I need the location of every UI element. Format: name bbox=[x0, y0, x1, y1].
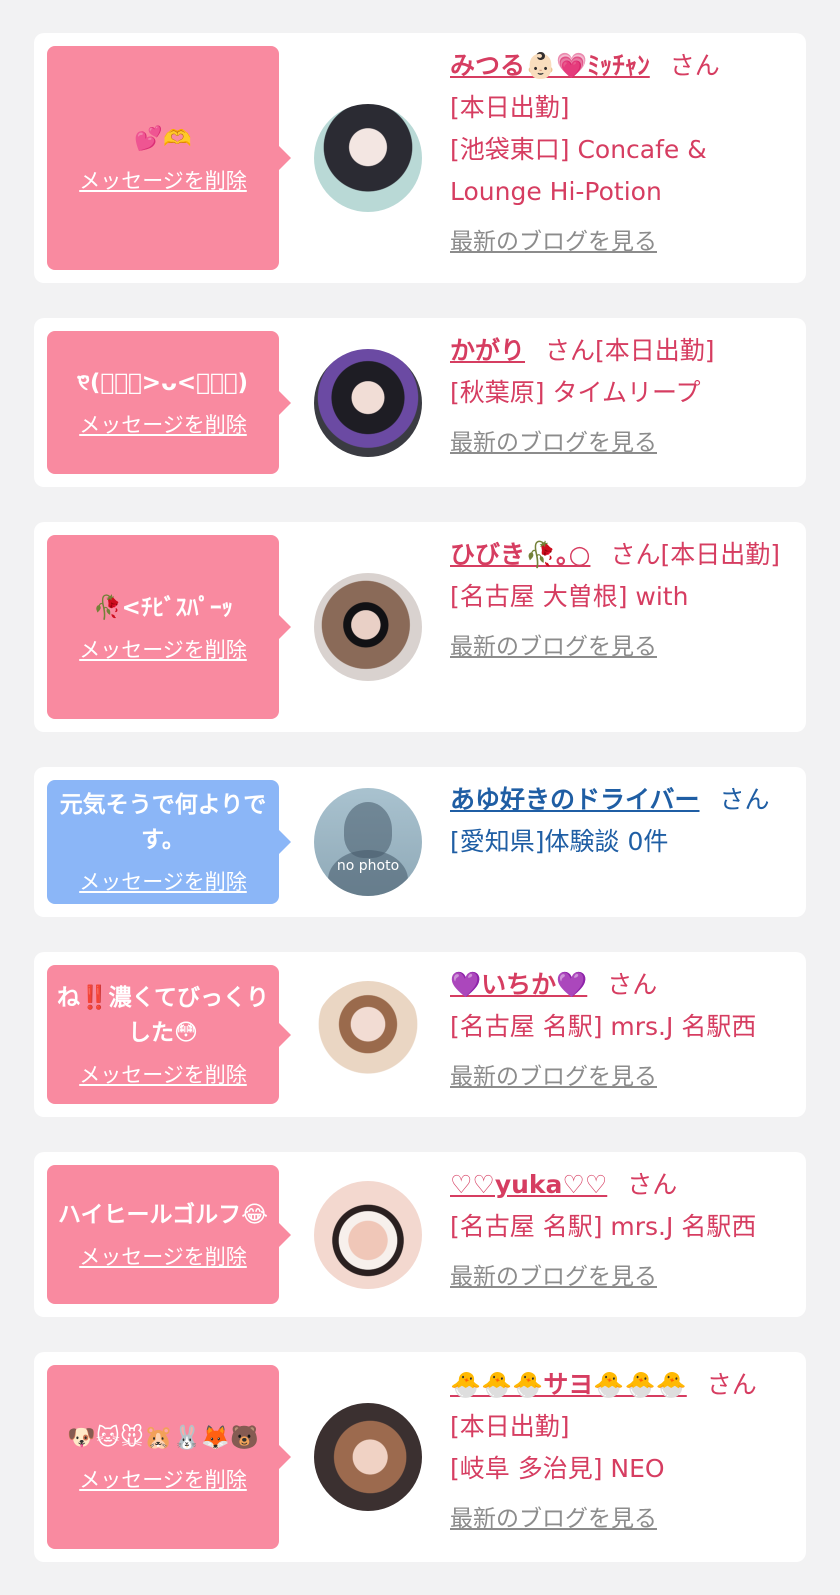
shop-text: [池袋東口] Concafe & Lounge Hi-Potion bbox=[450, 135, 707, 206]
delete-message-link[interactable]: メッセージを削除 bbox=[79, 1059, 247, 1089]
latest-blog-link[interactable]: 最新のブログを見る bbox=[450, 1056, 790, 1098]
delete-message-link[interactable]: メッセージを削除 bbox=[79, 409, 247, 439]
honorific: さん bbox=[706, 1370, 757, 1399]
avatar[interactable] bbox=[314, 104, 422, 212]
honorific: さん bbox=[669, 51, 720, 80]
honorific: さん bbox=[545, 336, 596, 365]
shop-text: [名古屋 名駅] mrs.J 名駅西 bbox=[450, 1012, 757, 1041]
shop-text: [名古屋 大曽根] with bbox=[450, 582, 689, 611]
message-text: ୧⃛(๑⃙⃘>ᴗ<๑⃙⃘) bbox=[77, 370, 249, 396]
user-info: ♡♡yuka♡♡ さん [名古屋 名駅] mrs.J 名駅西 最新のブログを見る bbox=[450, 1164, 790, 1298]
message-text: ね‼️濃くてびっくりした😳 bbox=[57, 984, 269, 1046]
avatar[interactable] bbox=[314, 980, 422, 1089]
latest-blog-link[interactable]: 最新のブログを見る bbox=[450, 221, 790, 263]
message-bubble: 元気そうで何よりです。 メッセージを削除 bbox=[47, 780, 291, 904]
shop-text: [名古屋 名駅] mrs.J 名駅西 bbox=[450, 1212, 757, 1241]
avatar[interactable] bbox=[314, 1403, 422, 1511]
user-name-link[interactable]: 🐣🐣🐣サヨ🐣🐣🐣 bbox=[450, 1370, 687, 1399]
message-text: 元気そうで何よりです。 bbox=[59, 792, 267, 853]
user-info: ひびき🥀｡○ さん[本日出勤] [名古屋 大曽根] with 最新のブログを見る bbox=[450, 534, 790, 668]
honorific: さん bbox=[627, 1170, 678, 1199]
delete-message-link[interactable]: メッセージを削除 bbox=[79, 634, 247, 664]
delete-message-link[interactable]: メッセージを削除 bbox=[79, 1241, 247, 1271]
message-card: ね‼️濃くてびっくりした😳 メッセージを削除 💜いちか💜 さん [名古屋 名駅] … bbox=[34, 952, 806, 1117]
message-text: 🐶🐱🐭🐹🐰🦊🐻 bbox=[67, 1424, 259, 1451]
message-card: 🥀<ﾁﾋﾞｽﾊﾟｰｯ メッセージを削除 ひびき🥀｡○ さん[本日出勤] [名古屋 … bbox=[34, 522, 806, 732]
honorific: さん bbox=[610, 540, 661, 569]
message-bubble: ね‼️濃くてびっくりした😳 メッセージを削除 bbox=[47, 965, 291, 1104]
user-info: みつる👶🏻💗ﾐｯﾁｬﾝ さん [本日出勤] [池袋東口] Concafe & Lo… bbox=[450, 45, 790, 263]
message-bubble: 🥀<ﾁﾋﾞｽﾊﾟｰｯ メッセージを削除 bbox=[47, 535, 291, 719]
avatar[interactable] bbox=[314, 348, 422, 457]
message-card: 🐶🐱🐭🐹🐰🦊🐻 メッセージを削除 🐣🐣🐣サヨ🐣🐣🐣 さん [本日出勤] [岐阜 多治… bbox=[34, 1352, 806, 1562]
status-text: [本日出勤] bbox=[450, 1412, 570, 1441]
user-info: あゆ好きのドライバー さん [愛知県]体験談 0件 bbox=[450, 779, 790, 863]
message-bubble: ୧⃛(๑⃙⃘>ᴗ<๑⃙⃘) メッセージを削除 bbox=[47, 331, 291, 474]
user-name-link[interactable]: あゆ好きのドライバー bbox=[450, 785, 700, 814]
message-bubble: 🐶🐱🐭🐹🐰🦊🐻 メッセージを削除 bbox=[47, 1365, 291, 1549]
message-text: 💕🫶 bbox=[134, 125, 192, 152]
latest-blog-link[interactable]: 最新のブログを見る bbox=[450, 1256, 790, 1298]
user-info: 💜いちか💜 さん [名古屋 名駅] mrs.J 名駅西 最新のブログを見る bbox=[450, 964, 790, 1098]
avatar[interactable] bbox=[314, 1180, 422, 1289]
message-card: ୧⃛(๑⃙⃘>ᴗ<๑⃙⃘) メッセージを削除 かがり さん[本日出勤] [秋葉原]… bbox=[34, 318, 806, 487]
latest-blog-link[interactable]: 最新のブログを見る bbox=[450, 1498, 790, 1540]
honorific: さん bbox=[719, 785, 770, 814]
honorific: さん bbox=[607, 970, 658, 999]
delete-message-link[interactable]: メッセージを削除 bbox=[79, 866, 247, 896]
message-card: 💕🫶 メッセージを削除 みつる👶🏻💗ﾐｯﾁｬﾝ さん [本日出勤] [池袋東口] … bbox=[34, 33, 806, 283]
user-info: 🐣🐣🐣サヨ🐣🐣🐣 さん [本日出勤] [岐阜 多治見] NEO 最新のブログを見る bbox=[450, 1364, 790, 1540]
user-name-link[interactable]: みつる👶🏻💗ﾐｯﾁｬﾝ bbox=[450, 51, 650, 80]
status-text: [本日出勤] bbox=[595, 336, 715, 365]
message-card: 元気そうで何よりです。 メッセージを削除 no photo あゆ好きのドライバー… bbox=[34, 767, 806, 917]
status-text: [本日出勤] bbox=[660, 540, 780, 569]
user-info: かがり さん[本日出勤] [秋葉原] タイムリープ 最新のブログを見る bbox=[450, 330, 790, 464]
latest-blog-link[interactable]: 最新のブログを見る bbox=[450, 422, 790, 464]
delete-message-link[interactable]: メッセージを削除 bbox=[79, 1464, 247, 1494]
no-photo-label: no photo bbox=[336, 858, 400, 874]
message-card: ハイヒールゴルフ😂 メッセージを削除 ♡♡yuka♡♡ さん [名古屋 名駅] m… bbox=[34, 1152, 806, 1317]
message-bubble: ハイヒールゴルフ😂 メッセージを削除 bbox=[47, 1165, 291, 1304]
user-name-link[interactable]: かがり bbox=[450, 336, 525, 365]
shop-text: [岐阜 多治見] NEO bbox=[450, 1454, 665, 1483]
user-name-link[interactable]: ♡♡yuka♡♡ bbox=[450, 1170, 607, 1199]
user-name-link[interactable]: 💜いちか💜 bbox=[450, 970, 587, 999]
message-bubble: 💕🫶 メッセージを削除 bbox=[47, 46, 291, 270]
message-text: 🥀<ﾁﾋﾞｽﾊﾟｰｯ bbox=[93, 594, 233, 621]
status-text: [本日出勤] bbox=[450, 93, 570, 122]
avatar-placeholder[interactable]: no photo bbox=[314, 788, 422, 896]
user-name-link[interactable]: ひびき🥀｡○ bbox=[450, 540, 590, 569]
latest-blog-link[interactable]: 最新のブログを見る bbox=[450, 626, 790, 668]
delete-message-link[interactable]: メッセージを削除 bbox=[79, 165, 247, 195]
report-count-text: [愛知県]体験談 0件 bbox=[450, 827, 669, 856]
message-text: ハイヒールゴルフ😂 bbox=[58, 1202, 268, 1228]
avatar[interactable] bbox=[314, 573, 422, 681]
message-list: 💕🫶 メッセージを削除 みつる👶🏻💗ﾐｯﾁｬﾝ さん [本日出勤] [池袋東口] … bbox=[0, 0, 840, 1562]
shop-text: [秋葉原] タイムリープ bbox=[450, 378, 701, 407]
